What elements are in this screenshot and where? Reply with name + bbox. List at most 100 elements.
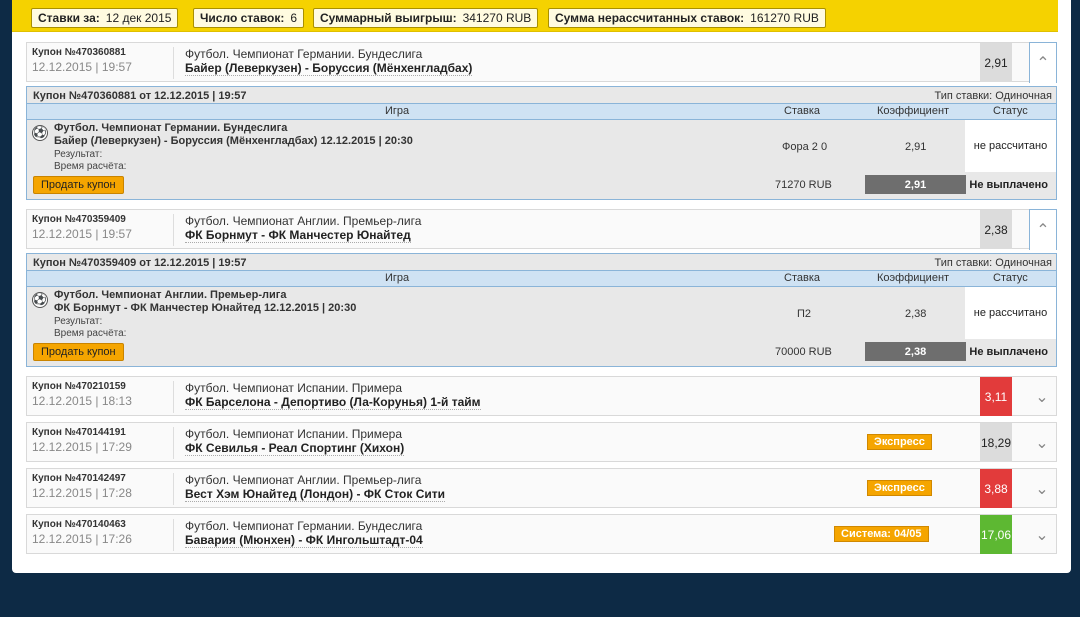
sell-coupon-button[interactable]: Продать купон	[33, 176, 124, 194]
coupon-date: 12.12.2015 | 19:57	[32, 60, 132, 74]
match-name: ФК Борнмут - ФК Манчестер Юнайтед	[185, 228, 411, 243]
chevron-down-icon[interactable]: ⌄	[1028, 469, 1056, 508]
match-name: Бавария (Мюнхен) - ФК Ингольштадт-04	[185, 533, 423, 548]
coupon-coef: 17,06	[980, 515, 1012, 554]
chevron-down-icon[interactable]: ⌄	[1028, 423, 1056, 462]
coupon-number: Купон №470210159	[32, 381, 126, 392]
divider	[173, 381, 174, 413]
coupon-coef: 18,29	[980, 423, 1012, 462]
status-value: не рассчитано	[965, 287, 1056, 339]
coupon-row[interactable]: Купон №470144191 12.12.2015 | 17:29 Футб…	[26, 422, 1057, 462]
league-name: Футбол. Чемпионат Испании. Примера	[185, 427, 403, 441]
col-status: Статус	[993, 105, 1028, 117]
chevron-up-icon[interactable]: ⌃	[1029, 209, 1057, 250]
league-name: Футбол. Чемпионат Германии. Бундеслига	[185, 47, 423, 61]
detail-title: Купон №470360881 от 12.12.2015 | 19:57	[33, 90, 247, 102]
coupon-date: 12.12.2015 | 17:28	[32, 486, 132, 500]
football-icon: ⚽	[32, 125, 48, 141]
col-coef: Коэффициент	[877, 272, 950, 284]
coupon-coef: 2,38	[980, 210, 1012, 249]
coupon-coef: 2,91	[980, 43, 1012, 82]
event-match: Байер (Леверкузен) - Боруссия (Мёнхенгла…	[54, 135, 413, 147]
stat-bet-count: Число ставок: 6	[193, 8, 305, 28]
chevron-up-icon[interactable]: ⌃	[1029, 42, 1057, 83]
detail-header: Игра Ставка Коэффициент Статус	[27, 270, 1056, 287]
detail-body: ⚽ Футбол. Чемпионат Англии. Премьер-лига…	[27, 287, 1056, 339]
settle-time-label: Время расчёта:	[54, 328, 127, 339]
payout-status: Не выплачено	[969, 179, 1048, 191]
match-name: ФК Севилья - Реал Спортинг (Хихон)	[185, 441, 405, 456]
stat-value: 12 дек 2015	[105, 11, 172, 25]
result-label: Результат:	[54, 316, 103, 327]
coupon-row[interactable]: Купон №470142497 12.12.2015 | 17:28 Футб…	[26, 468, 1057, 508]
coupon-number: Купон №470140463	[32, 519, 126, 530]
coupon-date: 12.12.2015 | 19:57	[32, 227, 132, 241]
league-name: Футбол. Чемпионат Англии. Премьер-лига	[185, 214, 422, 228]
system-badge: Система: 04/05	[834, 526, 929, 542]
league-name: Футбол. Чемпионат Испании. Примера	[185, 381, 403, 395]
stat-label: Ставки за:	[38, 11, 100, 25]
stake-value: Фора 2 0	[782, 141, 828, 153]
event-league: Футбол. Чемпионат Германии. Бундеслига	[54, 122, 288, 134]
chevron-down-icon[interactable]: ⌄	[1028, 515, 1056, 554]
detail-title: Купон №470359409 от 12.12.2015 | 19:57	[33, 257, 247, 269]
coupon-date: 12.12.2015 | 18:13	[32, 394, 132, 408]
express-badge: Экспресс	[867, 480, 932, 496]
coupon-number: Купон №470142497	[32, 473, 126, 484]
col-game: Игра	[385, 272, 410, 284]
col-coef: Коэффициент	[877, 105, 950, 117]
status-value: не рассчитано	[965, 120, 1056, 172]
coupon-date: 12.12.2015 | 17:29	[32, 440, 132, 454]
coupon-detail: Купон №470360881 от 12.12.2015 | 19:57 Т…	[26, 86, 1057, 200]
divider	[173, 427, 174, 459]
divider	[173, 214, 174, 246]
stat-label: Сумма нерассчитанных ставок:	[555, 11, 745, 25]
total-coef: 2,38	[865, 342, 966, 361]
stat-value: 341270 RUB	[462, 11, 532, 25]
coupon-row[interactable]: Купон №470210159 12.12.2015 | 18:13 Футб…	[26, 376, 1057, 416]
coef-value: 2,91	[905, 141, 927, 153]
stat-total-win: Суммарный выигрыш: 341270 RUB	[313, 8, 539, 28]
league-name: Футбол. Чемпионат Германии. Бундеслига	[185, 519, 423, 533]
stake-sum: 70000 RUB	[775, 346, 832, 358]
sell-coupon-button[interactable]: Продать купон	[33, 343, 124, 361]
divider	[173, 519, 174, 551]
coupon-number: Купон №470144191	[32, 427, 126, 438]
event-league: Футбол. Чемпионат Англии. Премьер-лига	[54, 289, 287, 301]
stake-value: П2	[797, 308, 812, 320]
stat-label: Суммарный выигрыш:	[320, 11, 457, 25]
col-status: Статус	[993, 272, 1028, 284]
detail-body: ⚽ Футбол. Чемпионат Германии. Бундеслига…	[27, 120, 1056, 172]
result-label: Результат:	[54, 149, 103, 160]
league-name: Футбол. Чемпионат Англии. Премьер-лига	[185, 473, 422, 487]
col-game: Игра	[385, 105, 410, 117]
stake-sum: 71270 RUB	[775, 179, 832, 191]
summary-bar: Ставки за: 12 дек 2015 Число ставок: 6 Сум…	[12, 0, 1058, 32]
match-name: Вест Хэм Юнайтед (Лондон) - ФК Сток Сити	[185, 487, 446, 502]
chevron-down-icon[interactable]: ⌄	[1028, 377, 1056, 416]
event-match: ФК Борнмут - ФК Манчестер Юнайтед 12.12.…	[54, 302, 357, 314]
col-stake: Ставка	[784, 105, 820, 117]
coupon-row[interactable]: Купон №470140463 12.12.2015 | 17:26 Футб…	[26, 514, 1057, 554]
bet-type: Тип ставки: Одиночная	[934, 90, 1052, 102]
coupon-row[interactable]: Купон №470359409 12.12.2015 | 19:57 Футб…	[26, 209, 1057, 250]
stat-unsettled: Сумма нерассчитанных ставок: 161270 RUB	[548, 8, 826, 28]
coupon-number: Купон №470359409	[32, 214, 126, 225]
football-icon: ⚽	[32, 292, 48, 308]
col-stake: Ставка	[784, 272, 820, 284]
settle-time-label: Время расчёта:	[54, 161, 127, 172]
express-badge: Экспресс	[867, 434, 932, 450]
coupon-row[interactable]: Купон №470360881 12.12.2015 | 19:57 Футб…	[26, 42, 1057, 83]
match-name: ФК Барселона - Депортиво (Ла-Корунья) 1-…	[185, 395, 481, 410]
match-name: Байер (Леверкузен) - Боруссия (Мёнхенгла…	[185, 61, 473, 76]
coupon-date: 12.12.2015 | 17:26	[32, 532, 132, 546]
divider	[173, 473, 174, 505]
divider	[173, 47, 174, 79]
total-coef: 2,91	[865, 175, 966, 194]
coupon-detail: Купон №470359409 от 12.12.2015 | 19:57 Т…	[26, 253, 1057, 367]
stat-bets-for: Ставки за: 12 дек 2015	[31, 8, 179, 28]
payout-status: Не выплачено	[969, 346, 1048, 358]
coupon-coef: 3,88	[980, 469, 1012, 508]
stat-label: Число ставок:	[200, 11, 285, 25]
stat-value: 161270 RUB	[750, 11, 819, 25]
